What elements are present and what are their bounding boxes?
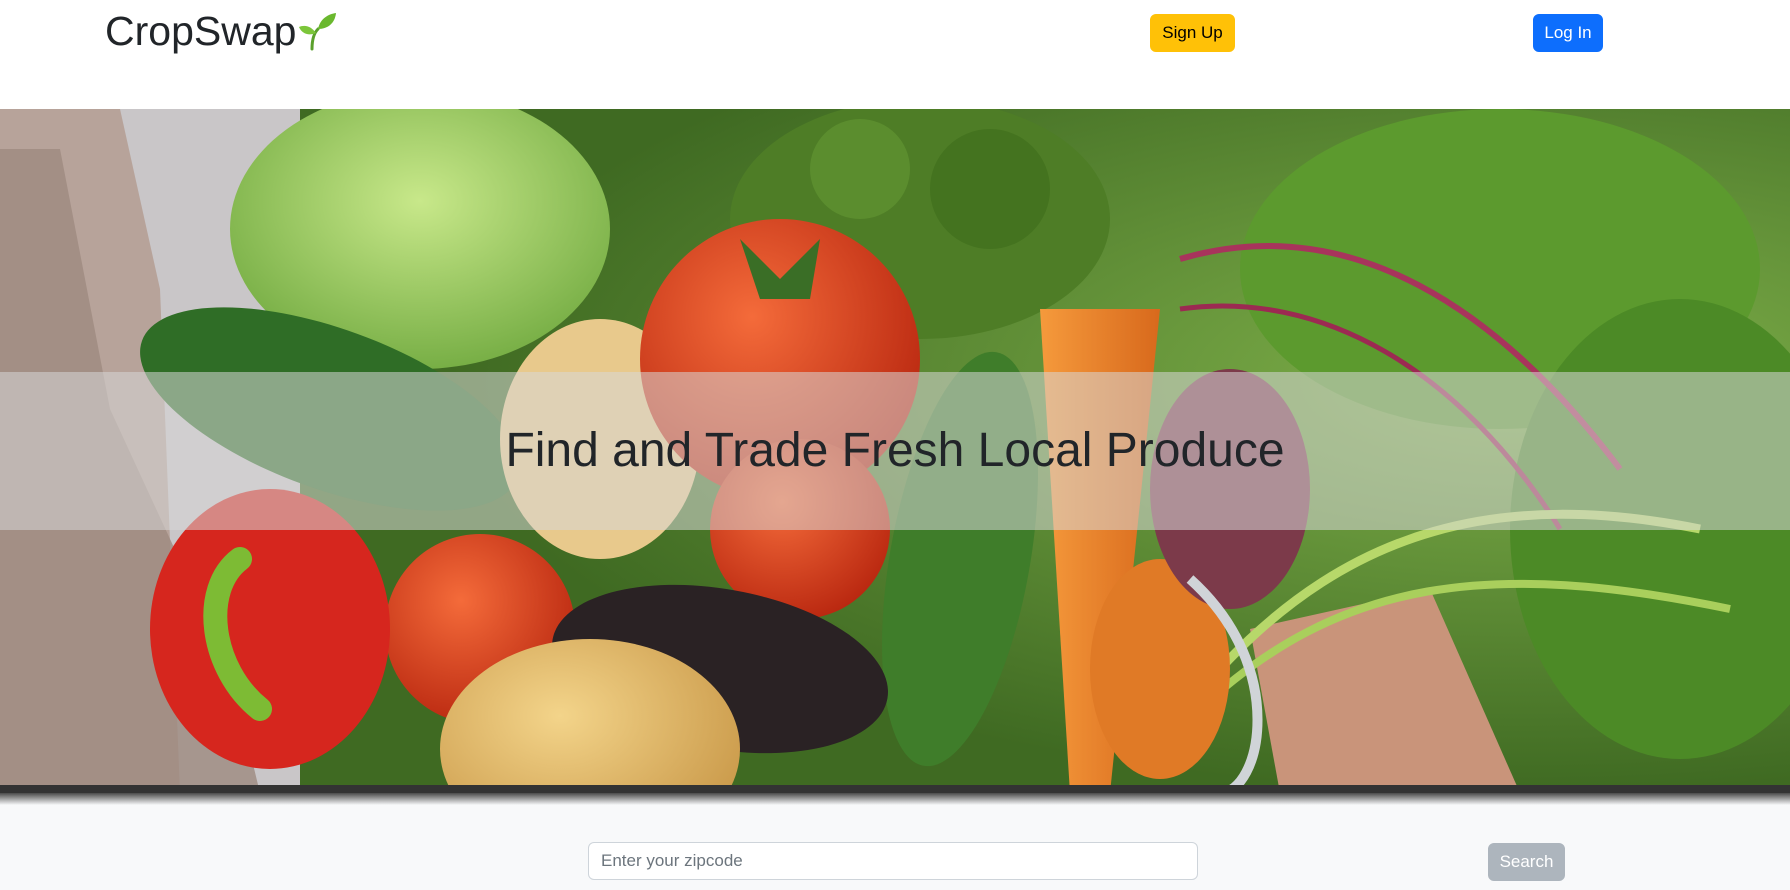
hero-title: Find and Trade Fresh Local Produce	[505, 424, 1285, 477]
hero-banner: Find and Trade Fresh Local Produce	[0, 109, 1790, 793]
log-in-button[interactable]: Log In	[1533, 14, 1603, 52]
zipcode-search-section: Search	[0, 805, 1790, 890]
brand-logo-link[interactable]: CropSwap	[105, 8, 338, 54]
seedling-icon	[298, 11, 338, 51]
zipcode-input[interactable]	[588, 842, 1198, 880]
hero-bottom-shadow	[0, 793, 1790, 805]
search-button[interactable]: Search	[1488, 843, 1565, 881]
brand-name: CropSwap	[105, 8, 297, 54]
sign-up-button[interactable]: Sign Up	[1150, 14, 1235, 52]
hero-title-band: Find and Trade Fresh Local Produce	[0, 372, 1790, 530]
top-navbar: CropSwap Sign Up Log In	[0, 0, 1790, 109]
